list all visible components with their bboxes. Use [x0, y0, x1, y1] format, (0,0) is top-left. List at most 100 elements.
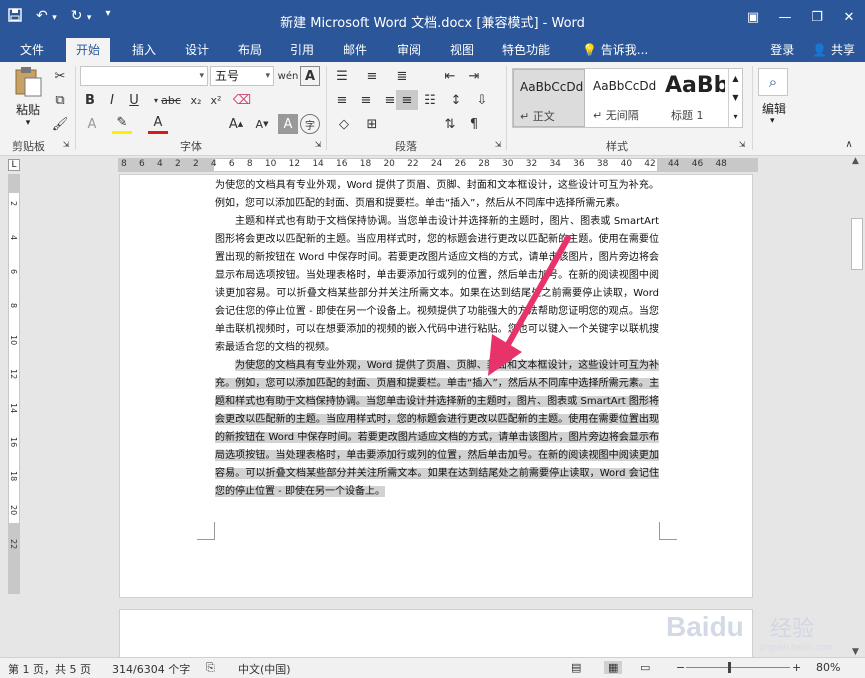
align-left-icon[interactable]: ≡ [332, 90, 352, 110]
distributed-icon[interactable]: ☷ [420, 90, 440, 110]
zoom-out-icon[interactable]: − [676, 661, 685, 674]
tab-references[interactable]: 引用 [280, 38, 324, 62]
paragraph-dialog-launcher-icon[interactable]: ⇲ [492, 138, 504, 150]
separator [326, 66, 327, 150]
borders-icon[interactable]: ⊞ [362, 114, 382, 134]
numbering-icon[interactable]: ≡ [362, 66, 382, 86]
enclose-characters-icon[interactable]: 字 [300, 114, 320, 134]
scroll-up-icon[interactable]: ▲ [852, 156, 859, 166]
word-count[interactable]: 314/6304 个字 [112, 661, 190, 677]
shrink-font-icon[interactable]: A ▼ [252, 114, 272, 134]
clipboard-icon [15, 67, 42, 97]
minimize-button[interactable]: — [769, 0, 801, 34]
strikethrough-icon[interactable]: abc [160, 90, 182, 110]
zoom-slider-thumb[interactable] [728, 662, 731, 673]
align-center-icon[interactable]: ≡ [356, 90, 376, 110]
cut-icon[interactable]: ✂ [50, 66, 70, 86]
paste-button[interactable]: 粘贴 ▾ [10, 66, 46, 128]
style-heading-1[interactable]: AaBb 标题 1 [659, 69, 725, 127]
shading-icon[interactable]: ◇ [334, 114, 354, 134]
dialog-launcher-icon[interactable]: ⇲ [60, 138, 72, 150]
gallery-scroll[interactable]: ▲ ▼ ▾ [728, 69, 742, 127]
editing-chevron-icon: ▾ [770, 116, 775, 126]
tab-view[interactable]: 视图 [440, 38, 484, 62]
svg-text:经验: 经验 [770, 617, 814, 642]
tab-design[interactable]: 设计 [175, 38, 219, 62]
font-dialog-launcher-icon[interactable]: ⇲ [312, 138, 324, 150]
font-color-icon[interactable]: A [148, 114, 168, 134]
decrease-indent-icon[interactable]: ⇤ [440, 66, 460, 86]
tab-insert[interactable]: 插入 [122, 38, 166, 62]
tell-me-search[interactable]: 💡 告诉我... [572, 38, 658, 62]
grow-font-icon[interactable]: A ▲ [226, 114, 246, 134]
underline-icon[interactable]: U [124, 90, 144, 110]
copy-icon[interactable]: ⧉ [50, 90, 70, 110]
vertical-ruler[interactable]: 2 4 6 8 10 12 14 16 18 20 22 [8, 174, 20, 594]
ribbon-display-icon[interactable]: ▣ [737, 0, 769, 34]
style-name: ↵ 正文 [520, 110, 555, 123]
text-direction-icon[interactable]: ⇩ [472, 90, 492, 110]
style-no-spacing[interactable]: AaBbCcDd ↵ 无间隔 [587, 69, 659, 127]
sort-icon[interactable]: ⇅ [440, 114, 460, 134]
restore-button[interactable]: ❐ [801, 0, 833, 34]
proofing-icon[interactable]: ⎘ [206, 661, 215, 675]
tab-home[interactable]: 开始 [66, 38, 111, 62]
multilevel-list-icon[interactable]: ≣ [392, 66, 412, 86]
subscript-icon[interactable]: x₂ [186, 90, 206, 110]
zoom-slider[interactable] [686, 667, 790, 668]
document-page-2[interactable] [119, 609, 753, 659]
language-indicator[interactable]: 中文(中国) [238, 661, 291, 677]
find-button[interactable]: ⌕ [758, 68, 788, 96]
superscript-icon[interactable]: x² [206, 90, 226, 110]
tab-layout[interactable]: 布局 [228, 38, 272, 62]
bullets-icon[interactable]: ☰ [332, 66, 352, 86]
share-button[interactable]: 👤 共享 [812, 38, 855, 62]
tab-mailings[interactable]: 邮件 [333, 38, 377, 62]
vertical-scrollbar[interactable]: ▲ ▼ [848, 156, 865, 659]
sign-in-link[interactable]: 登录 [770, 38, 794, 62]
document-body[interactable]: 为使您的文档具有专业外观，Word 提供了页眉、页脚、封面和文本框设计，这些设计… [215, 177, 659, 501]
close-button[interactable]: ✕ [833, 0, 865, 34]
zoom-in-icon[interactable]: + [792, 661, 801, 674]
tab-review[interactable]: 审阅 [387, 38, 431, 62]
character-shading-icon[interactable]: A [278, 114, 298, 134]
print-layout-icon[interactable]: ▦ [604, 661, 623, 674]
tab-file[interactable]: 文件 [10, 38, 54, 62]
line-spacing-icon[interactable]: ↕ [446, 90, 466, 110]
phonetic-guide-icon[interactable]: wén [278, 66, 299, 86]
clipboard-group-label: 剪贴板 [12, 140, 45, 153]
clear-formatting-icon[interactable]: ⌫ [232, 90, 252, 110]
zoom-level[interactable]: 80% [816, 661, 840, 674]
margin-corner [659, 522, 677, 540]
justify-icon[interactable]: ≡ [396, 90, 418, 110]
svg-text:jingyan.baidu.com: jingyan.baidu.com [759, 642, 833, 652]
person-icon: 👤 [812, 43, 828, 57]
tab-features[interactable]: 特色功能 [492, 38, 560, 62]
scroll-thumb[interactable] [851, 218, 863, 270]
style-normal[interactable]: AaBbCcDd ↵ 正文 [513, 69, 585, 127]
ruler-labels: 8 6 4 2 2 4 6 8 10 12 14 16 18 20 22 24 … [121, 159, 727, 169]
show-marks-icon[interactable]: ¶ [464, 114, 484, 134]
page-count[interactable]: 第 1 页，共 5 页 [8, 661, 91, 677]
character-border-icon[interactable]: A [300, 66, 320, 86]
read-mode-icon[interactable]: ▤ [571, 661, 581, 674]
baidu-watermark: Baidu 经验 jingyan.baidu.com [666, 611, 833, 652]
italic-icon[interactable]: I [102, 90, 122, 110]
highlight-icon[interactable]: ✎ [112, 114, 132, 134]
styles-dialog-launcher-icon[interactable]: ⇲ [736, 138, 748, 150]
font-size-combo[interactable]: 五号 ▾ [210, 66, 274, 86]
tab-selector-icon[interactable]: L [8, 159, 20, 171]
format-painter-icon[interactable]: 🖌 [50, 114, 70, 134]
ruler-bar: L 8 6 4 2 2 4 6 8 10 12 14 16 18 20 22 2… [0, 156, 865, 174]
bold-icon[interactable]: B [80, 90, 100, 110]
font-name-combo[interactable]: ▾ [80, 66, 208, 86]
web-layout-icon[interactable]: ▭ [640, 661, 650, 674]
text-effects-icon[interactable]: A [82, 114, 102, 134]
horizontal-ruler[interactable]: 8 6 4 2 2 4 6 8 10 12 14 16 18 20 22 24 … [118, 158, 758, 172]
window-title: 新建 Microsoft Word 文档.docx [兼容模式] - Word [280, 16, 585, 31]
increase-indent-icon[interactable]: ⇥ [464, 66, 484, 86]
separator [752, 66, 753, 150]
collapse-ribbon-icon[interactable]: ∧ [842, 138, 856, 150]
document-page[interactable]: 为使您的文档具有专业外观，Word 提供了页眉、页脚、封面和文本框设计，这些设计… [119, 174, 753, 598]
ribbon-tabs: 文件 开始 插入 设计 布局 引用 邮件 审阅 视图 特色功能 💡 告诉我...… [0, 38, 865, 62]
